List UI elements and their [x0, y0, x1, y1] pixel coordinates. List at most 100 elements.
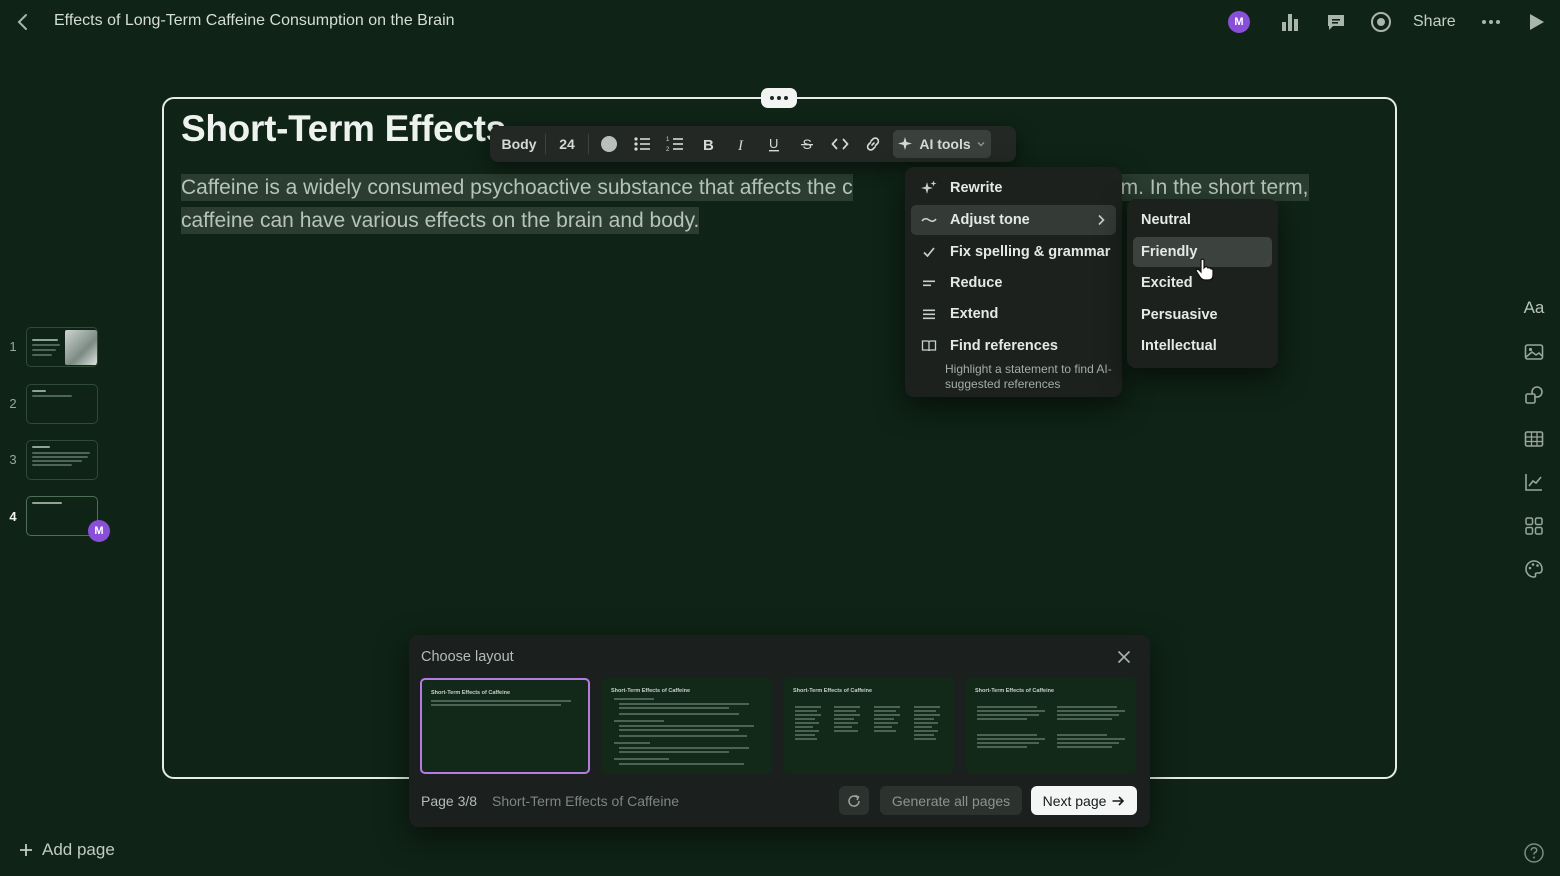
choose-layout-title: Choose layout: [421, 649, 514, 665]
layout-option-title: Short-Term Effects of Caffeine: [431, 690, 511, 696]
image-icon[interactable]: [1522, 340, 1546, 364]
hand-pointer-cursor-icon: [1195, 258, 1215, 282]
sparkle-icon: [921, 180, 937, 196]
theme-palette-icon[interactable]: [1522, 557, 1546, 581]
play-icon[interactable]: [1524, 10, 1548, 34]
document-title[interactable]: Effects of Long-Term Caffeine Consumptio…: [54, 12, 455, 30]
menu-item-label: Adjust tone: [950, 212, 1030, 228]
avatar[interactable]: M: [1228, 11, 1250, 33]
tone-option-neutral[interactable]: Neutral: [1133, 205, 1272, 235]
generate-all-pages-button[interactable]: Generate all pages: [880, 786, 1022, 815]
widgets-grid-icon[interactable]: [1522, 514, 1546, 538]
top-bar: Effects of Long-Term Caffeine Consumptio…: [0, 0, 1560, 44]
menu-item-label: Rewrite: [950, 180, 1003, 196]
body-text-line-1[interactable]: Caffeine is a widely consumed psychoacti…: [181, 174, 853, 201]
svg-text:U: U: [769, 136, 778, 151]
analytics-chart-icon[interactable]: [1278, 10, 1302, 34]
help-icon[interactable]: [1523, 842, 1545, 864]
page-name: Short-Term Effects of Caffeine: [492, 793, 680, 809]
sparkle-icon: [898, 136, 914, 152]
menu-item-reduce[interactable]: Reduce: [911, 268, 1116, 298]
thumbnail-number: 2: [9, 396, 17, 411]
ai-tools-label: AI tools: [919, 136, 971, 152]
tone-submenu: Neutral Friendly Excited Persuasive Inte…: [1127, 199, 1278, 368]
arrow-right-icon: [1111, 794, 1125, 808]
chart-icon[interactable]: [1522, 470, 1546, 494]
ai-tools-button[interactable]: AI tools: [893, 130, 991, 158]
text-color-icon[interactable]: [592, 130, 625, 158]
table-icon[interactable]: [1522, 427, 1546, 451]
underline-icon[interactable]: U: [757, 130, 790, 158]
next-page-label: Next page: [1042, 792, 1107, 809]
link-icon[interactable]: [856, 130, 889, 158]
thumbnail-number: 1: [9, 339, 17, 354]
slide-thumbnail-1[interactable]: [26, 327, 98, 367]
ai-tools-menu: Rewrite Adjust tone Fix spelling & gramm…: [905, 167, 1122, 397]
text-styles-icon[interactable]: Aa: [1522, 296, 1546, 320]
page-indicator: Page 3/8: [421, 793, 478, 809]
menu-item-label: Reduce: [950, 275, 1003, 291]
body-text-line-2[interactable]: caffeine can have various effects on the…: [181, 206, 700, 234]
chevron-right-icon: [1094, 213, 1108, 227]
toolbar-divider: [545, 134, 546, 154]
menu-item-label: Find references: [950, 338, 1058, 354]
menu-item-label: Extend: [950, 306, 999, 322]
book-icon: [921, 338, 937, 354]
layout-option-3[interactable]: Short-Term Effects of Caffeine: [784, 678, 954, 774]
strikethrough-icon[interactable]: S: [790, 130, 823, 158]
find-references-description: Highlight a statement to find AI-suggest…: [945, 362, 1112, 391]
code-icon[interactable]: [823, 130, 856, 158]
shapes-icon[interactable]: [1522, 383, 1546, 407]
wave-icon: [921, 212, 937, 228]
toolbar-divider: [588, 134, 589, 154]
numbered-list-icon[interactable]: 12: [658, 130, 691, 158]
italic-icon[interactable]: I: [724, 130, 757, 158]
svg-text:I: I: [737, 138, 744, 152]
menu-item-extend[interactable]: Extend: [911, 299, 1116, 329]
choose-layout-panel: Choose layout Short-Term Effects of Caff…: [409, 635, 1150, 827]
menu-item-label: Fix spelling & grammar: [950, 244, 1111, 260]
check-icon: [921, 244, 937, 260]
add-page-label: Add page: [42, 840, 115, 859]
bullet-list-icon[interactable]: [625, 130, 658, 158]
refresh-icon[interactable]: [839, 786, 869, 815]
thumbnail-number-current: 4: [9, 509, 17, 524]
svg-text:B: B: [703, 137, 714, 152]
card-menu-handle[interactable]: [761, 88, 797, 108]
more-options-icon[interactable]: [1479, 10, 1503, 34]
slide-title[interactable]: Short-Term Effects of Caffeine: [181, 108, 511, 150]
close-icon[interactable]: [1115, 648, 1133, 666]
svg-text:2: 2: [666, 147, 670, 153]
menu-item-adjust-tone[interactable]: Adjust tone: [911, 205, 1116, 235]
tone-option-intellectual[interactable]: Intellectual: [1133, 331, 1272, 361]
slide-title-container: Short-Term Effects of Caffeine: [181, 108, 511, 152]
text-style-dropdown[interactable]: Body: [496, 130, 542, 158]
tone-option-persuasive[interactable]: Persuasive: [1133, 300, 1272, 330]
coffee-image-thumbnail: [65, 330, 97, 365]
share-button[interactable]: Share: [1413, 13, 1456, 31]
layout-option-2[interactable]: Short-Term Effects of Caffeine: [602, 678, 772, 774]
layout-option-title: Short-Term Effects of Caffeine: [793, 688, 873, 694]
slide-thumbnail-2[interactable]: [26, 384, 98, 424]
layout-option-1[interactable]: Short-Term Effects of Caffeine: [420, 678, 590, 774]
layout-option-title: Short-Term Effects of Caffeine: [975, 688, 1055, 694]
format-toolbar: Body 24 12 B I U S AI tools: [490, 126, 1016, 162]
bold-icon[interactable]: B: [691, 130, 724, 158]
layout-option-4[interactable]: Short-Term Effects of Caffeine: [966, 678, 1136, 774]
menu-item-fix-spelling[interactable]: Fix spelling & grammar: [911, 237, 1116, 267]
comment-icon[interactable]: [1324, 10, 1348, 34]
body-text-line-1-end[interactable]: m. In the short term,: [1120, 174, 1309, 201]
extend-lines-icon: [921, 306, 937, 322]
thumbnail-number: 3: [9, 452, 17, 467]
add-page-button[interactable]: Add page: [18, 840, 115, 860]
menu-item-find-references[interactable]: Find references: [911, 331, 1116, 361]
layout-option-title: Short-Term Effects of Caffeine: [611, 688, 691, 694]
back-arrow-icon[interactable]: [12, 11, 34, 33]
reduce-lines-icon: [921, 275, 937, 291]
font-size-input[interactable]: 24: [549, 130, 585, 158]
slide-thumbnail-3[interactable]: [26, 440, 98, 480]
next-page-button[interactable]: Next page: [1031, 786, 1137, 815]
present-record-icon[interactable]: [1369, 10, 1393, 34]
menu-item-rewrite[interactable]: Rewrite: [911, 173, 1116, 203]
svg-text:1: 1: [666, 137, 670, 143]
